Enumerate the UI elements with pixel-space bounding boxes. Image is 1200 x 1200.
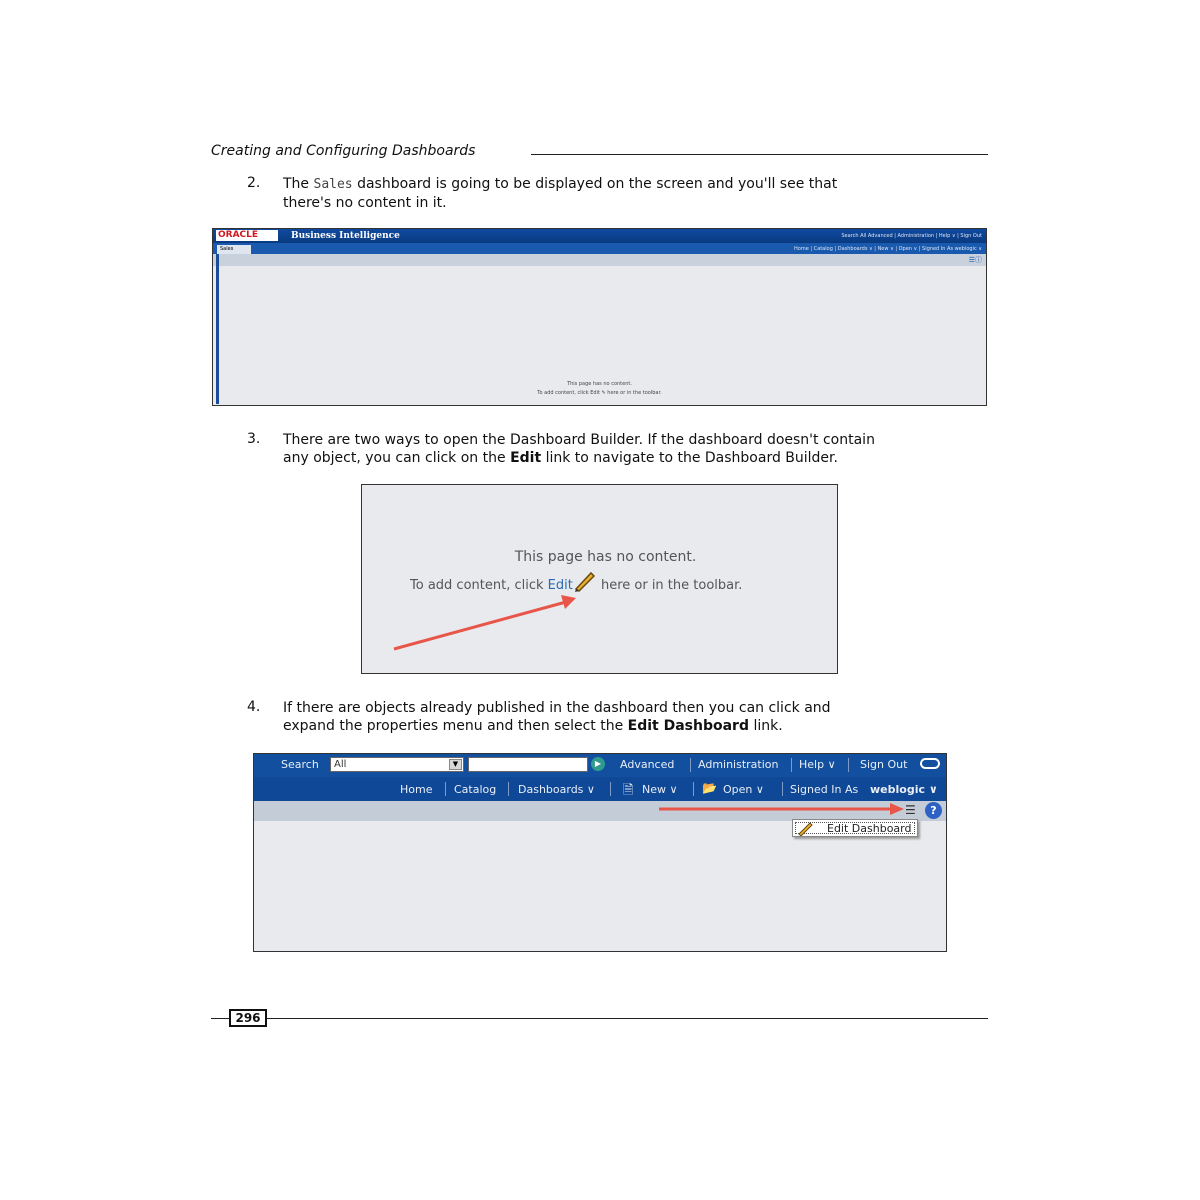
step-number: 3. bbox=[247, 431, 261, 447]
step-text-part: link. bbox=[749, 718, 783, 734]
footer-rule bbox=[267, 1018, 988, 1019]
step-text-line: There are two ways to open the Dashboard… bbox=[283, 432, 875, 448]
step-text-part: expand the properties menu and then sele… bbox=[283, 718, 628, 734]
bold-edit-dashboard: Edit Dashboard bbox=[627, 718, 749, 734]
page-options-icon[interactable]: ☰ⓘ bbox=[969, 256, 982, 264]
step-number: 2. bbox=[247, 175, 261, 191]
oracle-logo: ORACLE bbox=[216, 230, 278, 241]
step-text: There are two ways to open the Dashboard… bbox=[283, 431, 983, 467]
step-text: The Sales dashboard is going to be displ… bbox=[283, 175, 983, 212]
add-content-hint: To add content, click Edit ✎ here or in … bbox=[537, 390, 662, 396]
step-text-part: The bbox=[283, 176, 314, 192]
chapter-title: Creating and Configuring Dashboards bbox=[211, 143, 476, 159]
product-name: Business Intelligence bbox=[291, 231, 400, 241]
code-sales: Sales bbox=[313, 177, 353, 192]
step-text-part: link to navigate to the Dashboard Builde… bbox=[541, 450, 838, 466]
step-text-part: any object, you can click on the bbox=[283, 450, 511, 466]
page-number: 296 bbox=[229, 1009, 267, 1027]
header-links[interactable]: Search All Advanced | Administration | H… bbox=[841, 231, 982, 241]
step-number: 4. bbox=[247, 699, 261, 715]
dashboard-toolbar bbox=[213, 254, 986, 266]
arrow-annotation bbox=[659, 803, 904, 815]
bold-edit: Edit bbox=[510, 450, 542, 466]
step-text-part: dashboard is going to be displayed on th… bbox=[352, 176, 838, 192]
no-content-message: This page has no content. bbox=[567, 381, 632, 387]
dashboard-toolbar-screenshot: Search All ▼ ▶ Advanced Administration H… bbox=[253, 753, 947, 952]
dashboard-screenshot-empty: ORACLE Business Intelligence Search All … bbox=[212, 228, 987, 406]
arrow-annotation bbox=[393, 595, 576, 651]
step-text-line: there's no content in it. bbox=[283, 195, 447, 211]
tab-sales[interactable]: Sales bbox=[217, 245, 251, 254]
nav-links[interactable]: Home | Catalog | Dashboards ∨ | New ∨ | … bbox=[794, 245, 982, 253]
footer-rule bbox=[211, 1018, 229, 1019]
zoomed-no-content-screenshot: This page has no content. To add content… bbox=[361, 484, 838, 674]
step-text: If there are objects already published i… bbox=[283, 699, 983, 735]
step-text-line: If there are objects already published i… bbox=[283, 700, 831, 716]
header-rule bbox=[531, 154, 988, 155]
